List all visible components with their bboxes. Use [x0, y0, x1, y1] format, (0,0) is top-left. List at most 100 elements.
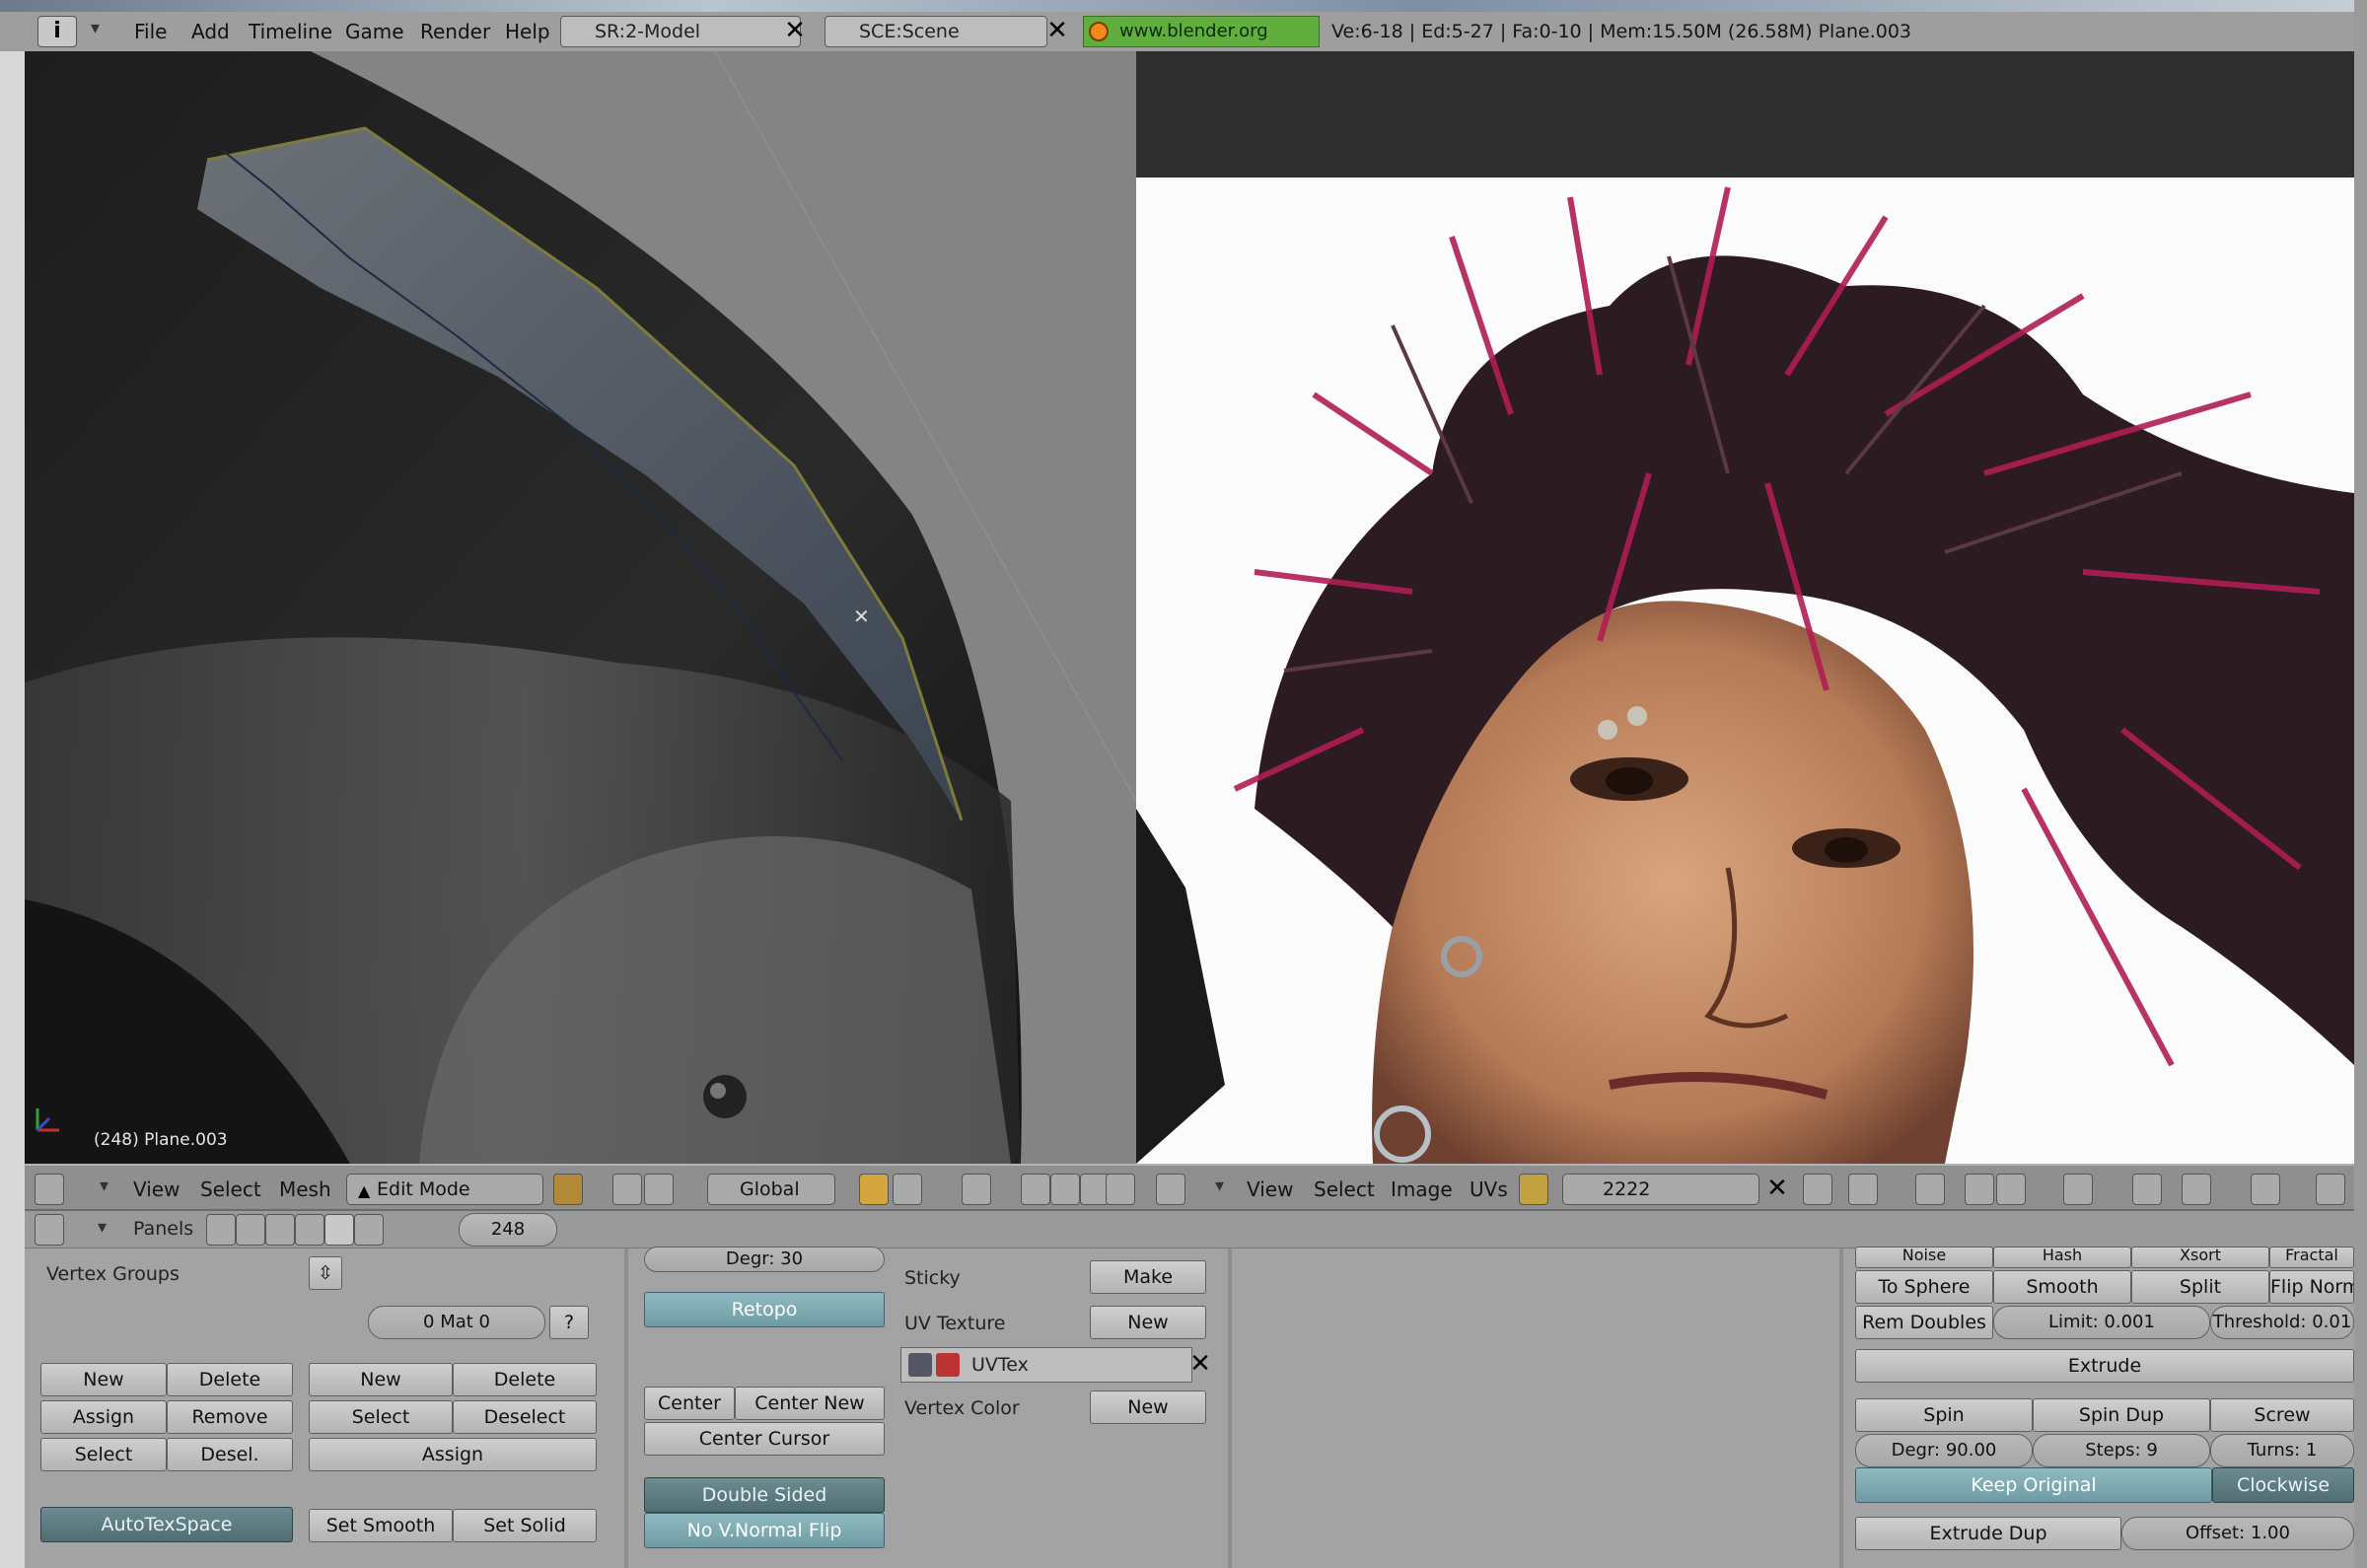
editing-icon[interactable]: [324, 1214, 354, 1246]
offset-field[interactable]: Offset: 1.00: [2121, 1517, 2354, 1550]
center-cursor-button[interactable]: Center Cursor: [644, 1422, 885, 1456]
menu-image[interactable]: Image: [1391, 1176, 1453, 1203]
draw-type-icon[interactable]: [553, 1174, 583, 1205]
mat-assign-button[interactable]: Assign: [309, 1438, 597, 1471]
material-help-button[interactable]: ?: [549, 1306, 589, 1339]
logic-icon[interactable]: [206, 1214, 236, 1246]
threshold-field[interactable]: Threshold: 0.01: [2210, 1306, 2354, 1339]
retopo-toggle[interactable]: Retopo: [644, 1292, 885, 1327]
collapse-arrow-icon[interactable]: ▾: [91, 18, 100, 38]
smooth-button[interactable]: Smooth: [1993, 1270, 2131, 1304]
menu-mesh[interactable]: Mesh: [279, 1176, 331, 1203]
shading-icon[interactable]: [265, 1214, 295, 1246]
orientation-selector[interactable]: Global: [707, 1174, 835, 1205]
scene-selector[interactable]: SCE:Scene: [825, 16, 1047, 47]
extrude-button[interactable]: Extrude: [1855, 1349, 2354, 1383]
double-sided-toggle[interactable]: Double Sided: [644, 1477, 885, 1513]
vg-select-button[interactable]: Select: [40, 1438, 167, 1471]
editor-type-icon[interactable]: [35, 1174, 64, 1205]
autotexspace-toggle[interactable]: AutoTexSpace: [40, 1507, 293, 1542]
manipulator-icon[interactable]: [644, 1174, 674, 1205]
spin-button[interactable]: Spin: [1855, 1398, 2033, 1432]
snap-icon[interactable]: [2063, 1174, 2093, 1205]
menu-render[interactable]: Render: [420, 18, 490, 45]
menu-view[interactable]: View: [1247, 1176, 1293, 1203]
close-image-icon[interactable]: ✕: [1761, 1174, 1793, 1205]
collapse-arrow-icon[interactable]: ▾: [98, 1217, 107, 1238]
menu-add[interactable]: Add: [191, 18, 230, 45]
spin-dup-button[interactable]: Spin Dup: [2033, 1398, 2210, 1432]
fractal-button[interactable]: Fractal: [2269, 1247, 2354, 1268]
3d-viewport[interactable]: ✕: [25, 51, 1136, 1164]
script-icon[interactable]: [236, 1214, 265, 1246]
menu-timeline[interactable]: Timeline: [249, 18, 332, 45]
to-sphere-button[interactable]: To Sphere: [1855, 1270, 1993, 1304]
noise-button[interactable]: Noise: [1855, 1247, 1993, 1268]
vg-desel-button[interactable]: Desel.: [167, 1438, 293, 1471]
uvtex-delete-icon[interactable]: ✕: [1184, 1349, 1216, 1381]
uvtex-name[interactable]: UVTex: [971, 1351, 1029, 1379]
mode-selector[interactable]: Edit Mode: [346, 1174, 543, 1205]
uvtex-active-icon[interactable]: [908, 1353, 932, 1377]
mat-deselect-button[interactable]: Deselect: [453, 1400, 597, 1434]
sticky-icon[interactable]: [1996, 1174, 2026, 1205]
close-scene-icon[interactable]: ✕: [1041, 16, 1073, 47]
rem-doubles-button[interactable]: Rem Doubles: [1855, 1306, 1993, 1339]
menu-file[interactable]: File: [134, 18, 167, 45]
screen-selector[interactable]: SR:2-Model: [560, 16, 801, 47]
xsort-button[interactable]: Xsort: [2131, 1247, 2269, 1268]
flip-normals-button[interactable]: Flip Normals: [2269, 1270, 2354, 1304]
uvtex-render-icon[interactable]: [936, 1353, 960, 1377]
set-solid-button[interactable]: Set Solid: [453, 1509, 597, 1542]
histogram-icon[interactable]: [2132, 1174, 2162, 1205]
collapse-arrow-icon[interactable]: ▾: [100, 1176, 108, 1196]
uv-image-editor[interactable]: [1136, 51, 2354, 1164]
scene-icon[interactable]: [354, 1214, 384, 1246]
menu-select[interactable]: Select: [1314, 1176, 1375, 1203]
edge-select-icon[interactable]: [1021, 1174, 1050, 1205]
alpha-icon[interactable]: [2182, 1174, 2211, 1205]
info-editor-icon[interactable]: i: [37, 16, 77, 47]
menu-help[interactable]: Help: [505, 18, 550, 45]
vg-new-button[interactable]: New: [40, 1363, 167, 1396]
vertex-group-menu-button[interactable]: ⇳: [309, 1256, 342, 1290]
pivot-icon[interactable]: [1848, 1174, 1878, 1205]
extrude-dup-button[interactable]: Extrude Dup: [1855, 1517, 2121, 1550]
vg-assign-button[interactable]: Assign: [40, 1400, 167, 1434]
sticky-make-button[interactable]: Make: [1090, 1260, 1206, 1294]
close-screen-icon[interactable]: ✕: [779, 16, 811, 47]
menu-game[interactable]: Game: [345, 18, 404, 45]
paint-icon[interactable]: [1519, 1174, 1548, 1205]
uv-texture-new-button[interactable]: New: [1090, 1306, 1206, 1339]
image-selector[interactable]: 2222 splt.jpg.001: [1562, 1174, 1759, 1230]
editor-type-icon[interactable]: [35, 1214, 64, 1246]
falloff-icon[interactable]: [893, 1174, 922, 1205]
vertex-color-new-button[interactable]: New: [1090, 1390, 1206, 1424]
menu-view[interactable]: View: [133, 1176, 179, 1203]
hash-button[interactable]: Hash: [1993, 1247, 2131, 1268]
vg-delete-button[interactable]: Delete: [167, 1363, 293, 1396]
pivot-icon[interactable]: [612, 1174, 642, 1205]
set-smooth-button[interactable]: Set Smooth: [309, 1509, 453, 1542]
center-new-button[interactable]: Center New: [735, 1387, 885, 1420]
no-vnormal-flip-toggle[interactable]: No V.Normal Flip: [644, 1513, 885, 1548]
screw-button[interactable]: Screw: [2210, 1398, 2354, 1432]
split-button[interactable]: Split: [2131, 1270, 2269, 1304]
zoom-icon[interactable]: [2251, 1174, 2280, 1205]
collapse-arrow-icon[interactable]: ▾: [1215, 1176, 1224, 1196]
material-index-field[interactable]: 0 Mat 0: [368, 1306, 545, 1339]
object-icon[interactable]: [295, 1214, 324, 1246]
sync-icon[interactable]: [1915, 1174, 1945, 1205]
vg-remove-button[interactable]: Remove: [167, 1400, 293, 1434]
render-icon[interactable]: [1106, 1174, 1135, 1205]
steps-field[interactable]: Steps: 9: [2033, 1434, 2210, 1467]
menu-select[interactable]: Select: [200, 1176, 261, 1203]
mat-delete-button[interactable]: Delete: [453, 1363, 597, 1396]
center-button[interactable]: Center: [644, 1387, 735, 1420]
vertex-select-icon[interactable]: [962, 1174, 991, 1205]
turns-field[interactable]: Turns: 1: [2210, 1434, 2354, 1467]
spin-degr-field[interactable]: Degr: 90.00: [1855, 1434, 2033, 1467]
mat-select-button[interactable]: Select: [309, 1400, 453, 1434]
clockwise-toggle[interactable]: Clockwise: [2212, 1467, 2354, 1503]
mat-new-button[interactable]: New: [309, 1363, 453, 1396]
